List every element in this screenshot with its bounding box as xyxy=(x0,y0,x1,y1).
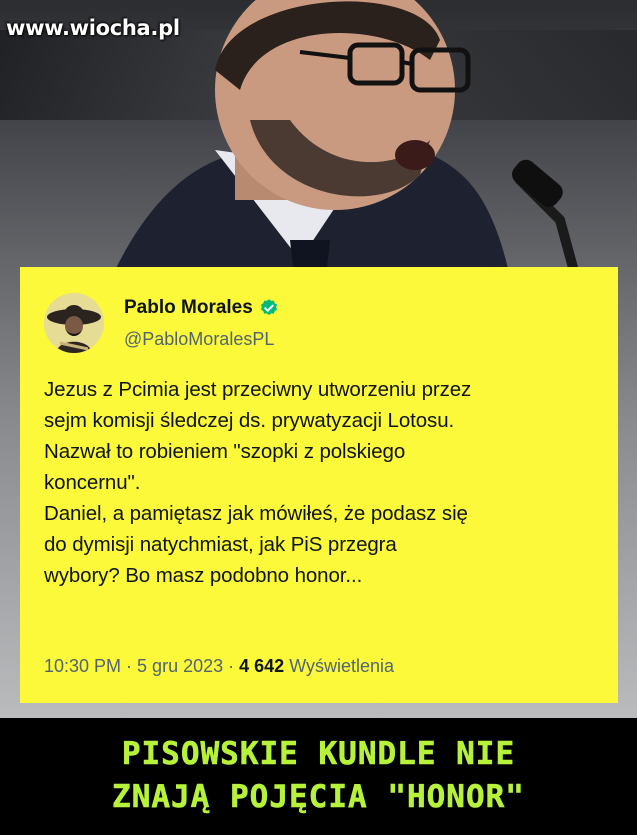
caption-line-2: ZNAJĄ POJĘCIA "HONOR" xyxy=(112,779,525,816)
tweet-card: Pablo Morales @PabloMoralesPL Jezus z Pc… xyxy=(20,267,618,703)
avatar[interactable] xyxy=(44,293,104,353)
user-handle[interactable]: @PabloMoralesPL xyxy=(124,329,274,350)
meta-separator: · xyxy=(121,656,138,676)
author-name-row: Pablo Morales xyxy=(124,297,279,319)
views-count: 4 642 xyxy=(239,656,285,676)
display-name[interactable]: Pablo Morales xyxy=(124,297,253,319)
verified-badge-icon xyxy=(260,299,277,316)
tweet-date[interactable]: 5 gru 2023 xyxy=(137,656,223,677)
mouth-shape xyxy=(395,140,435,170)
avatar-sombrero-icon xyxy=(44,293,104,353)
views-label: Wyświetlenia xyxy=(289,656,395,676)
site-watermark: www.wiocha.pl xyxy=(6,16,180,40)
caption-line-1: PISOWSKIE KUNDLE NIE xyxy=(121,736,516,773)
meta-separator: · xyxy=(223,656,240,676)
tweet-text: Jezus z Pcimia jest przeciwny utworzeniu… xyxy=(44,378,472,587)
tweet-time[interactable]: 10:30 PM xyxy=(44,656,121,677)
tweet-meta: 10:30 PM · 5 gru 2023 · 4 642 Wyświetlen… xyxy=(44,656,394,677)
